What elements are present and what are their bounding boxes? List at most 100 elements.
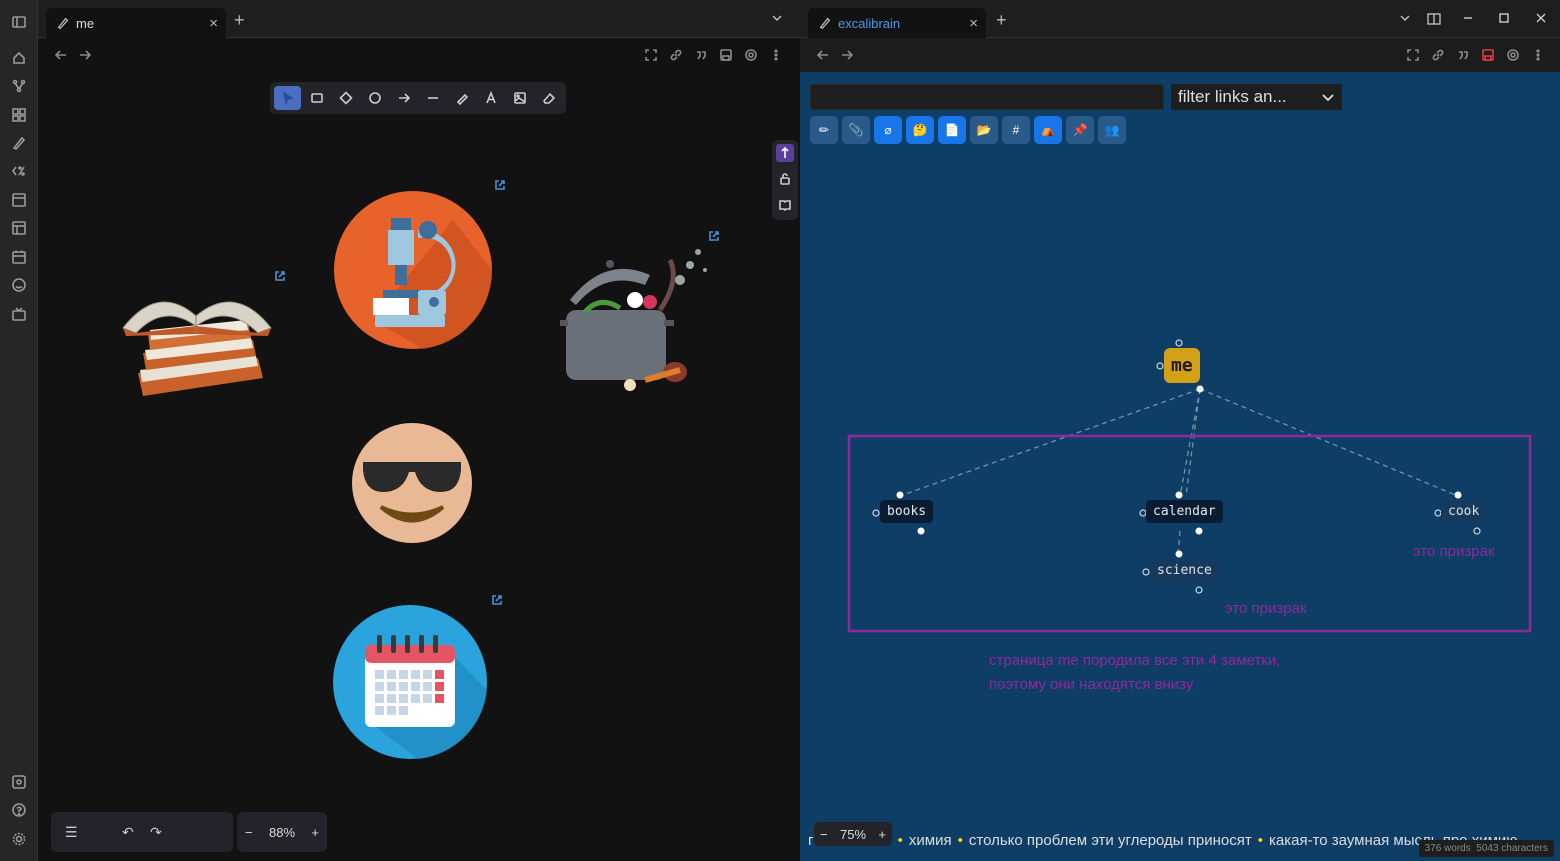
cooking-pot-image[interactable] <box>550 240 720 400</box>
node-search-input[interactable] <box>810 84 1164 110</box>
filter-links-select[interactable]: filter links an... <box>1171 84 1342 110</box>
excalidraw-icon[interactable] <box>9 133 29 153</box>
external-link-icon[interactable] <box>494 178 506 190</box>
save-icon[interactable] <box>717 46 735 64</box>
attachment-button[interactable]: 📎 <box>842 116 870 144</box>
folder-toggle-button[interactable]: 📂 <box>970 116 998 144</box>
help-icon[interactable] <box>9 800 29 820</box>
save-icon[interactable] <box>1479 46 1497 64</box>
vault-icon[interactable] <box>9 772 29 792</box>
edit-button[interactable]: ✏ <box>810 116 838 144</box>
diamond-tool[interactable] <box>332 86 359 110</box>
quote-icon[interactable] <box>692 46 710 64</box>
rectangle-tool[interactable] <box>303 86 330 110</box>
line-tool[interactable] <box>419 86 446 110</box>
zoom-in-button[interactable]: + <box>311 825 319 840</box>
tag-toggle-button[interactable]: # <box>1002 116 1030 144</box>
tab-title: excalibrain <box>838 15 901 31</box>
zoom-control: − 88% + <box>237 812 327 852</box>
forward-arrow-icon[interactable] <box>76 46 94 64</box>
ghost-label-science: это призрак <box>1225 600 1307 617</box>
word-count-status: 376 words 5043 characters <box>1418 840 1554 857</box>
graph-node-cook[interactable]: cook <box>1441 500 1487 523</box>
tab-me[interactable]: me × <box>46 8 226 38</box>
graph-node-calendar[interactable]: calendar <box>1146 500 1223 523</box>
lock-icon[interactable] <box>776 170 794 188</box>
maximize-icon[interactable] <box>1498 12 1510 24</box>
link-icon[interactable] <box>1429 46 1447 64</box>
group-button[interactable]: 👥 <box>1098 116 1126 144</box>
canvas-icon[interactable] <box>9 105 29 125</box>
ticker-item[interactable]: столько проблем эти углероды приносят <box>969 832 1252 849</box>
quote-icon[interactable] <box>1454 46 1472 64</box>
close-tab-icon[interactable]: × <box>209 15 218 32</box>
fullscreen-icon[interactable] <box>1404 46 1422 64</box>
layout-icon[interactable] <box>9 190 29 210</box>
left-nav-bar <box>38 38 800 72</box>
new-tab-button[interactable]: + <box>234 10 245 31</box>
pen-mode-icon[interactable] <box>776 144 794 162</box>
home-icon[interactable] <box>9 48 29 68</box>
sidebar-toggle-icon[interactable] <box>9 12 29 32</box>
split-view-icon[interactable] <box>1427 12 1441 26</box>
external-link-icon[interactable] <box>274 269 286 281</box>
chevron-down-icon[interactable] <box>771 12 783 24</box>
annotation-note-line1: страница me породила все эти 4 заметки, <box>989 652 1281 669</box>
tent-toggle-button[interactable]: ⛺ <box>1034 116 1062 144</box>
templater-icon[interactable] <box>9 161 29 181</box>
eraser-tool[interactable] <box>535 86 562 110</box>
zoom-in-button[interactable]: + <box>878 827 886 842</box>
more-options-icon[interactable] <box>1529 46 1547 64</box>
zoom-out-button[interactable]: − <box>820 827 828 842</box>
ellipse-tool[interactable] <box>361 86 388 110</box>
close-tab-icon[interactable]: × <box>969 15 978 32</box>
microscope-image[interactable] <box>333 190 493 350</box>
graph-node-science[interactable]: science <box>1150 559 1219 582</box>
tab-excalibrain[interactable]: excalibrain × <box>808 8 986 38</box>
external-link-icon[interactable] <box>708 229 720 241</box>
zoom-level[interactable]: 75% <box>840 827 866 842</box>
settings-icon[interactable] <box>9 829 29 849</box>
undo-icon[interactable]: ↶ <box>122 824 134 841</box>
link-icon[interactable] <box>667 46 685 64</box>
pin-button[interactable]: 📌 <box>1066 116 1094 144</box>
hamburger-menu-icon[interactable]: ☰ <box>65 824 78 841</box>
fullscreen-icon[interactable] <box>642 46 660 64</box>
calendar-image[interactable] <box>333 605 488 760</box>
text-tool[interactable] <box>477 86 504 110</box>
image-tool[interactable] <box>506 86 533 110</box>
draw-tool[interactable] <box>448 86 475 110</box>
thinking-toggle-button[interactable]: 🤔 <box>906 116 934 144</box>
page-toggle-button[interactable]: 📄 <box>938 116 966 144</box>
new-tab-button[interactable]: + <box>996 10 1007 31</box>
more-options-icon[interactable] <box>767 46 785 64</box>
books-image[interactable] <box>118 278 278 408</box>
calendar-icon[interactable] <box>9 247 29 267</box>
zoom-level[interactable]: 88% <box>269 825 295 840</box>
graph-icon[interactable] <box>9 76 29 96</box>
redo-icon[interactable]: ↷ <box>150 824 162 841</box>
back-arrow-icon[interactable] <box>814 46 832 64</box>
orphan-toggle-button[interactable]: ⌀ <box>874 116 902 144</box>
openai-icon[interactable] <box>1504 46 1522 64</box>
close-window-icon[interactable] <box>1535 12 1547 24</box>
sunglasses-face-image[interactable] <box>351 422 473 544</box>
forward-arrow-icon[interactable] <box>838 46 856 64</box>
emoji-icon[interactable] <box>9 275 29 295</box>
selection-tool[interactable] <box>274 86 301 110</box>
template-icon[interactable] <box>9 218 29 238</box>
external-link-icon[interactable] <box>491 593 503 605</box>
chevron-down-icon[interactable] <box>1399 12 1411 24</box>
graph-node-books[interactable]: books <box>880 500 934 523</box>
arrow-tool[interactable] <box>390 86 417 110</box>
graph-node-me[interactable]: me <box>1164 348 1200 383</box>
minimize-icon[interactable] <box>1462 12 1474 24</box>
openai-icon[interactable] <box>742 46 760 64</box>
library-icon[interactable] <box>776 196 794 214</box>
back-arrow-icon[interactable] <box>52 46 70 64</box>
zoom-out-button[interactable]: − <box>245 825 253 840</box>
tv-icon[interactable] <box>9 304 29 324</box>
excalibrain-toolbar: ✏ 📎 ⌀ 🤔 📄 📂 # ⛺ 📌 👥 <box>810 116 1126 144</box>
tab-title: me <box>76 15 95 31</box>
ticker-item[interactable]: химия <box>909 832 952 849</box>
